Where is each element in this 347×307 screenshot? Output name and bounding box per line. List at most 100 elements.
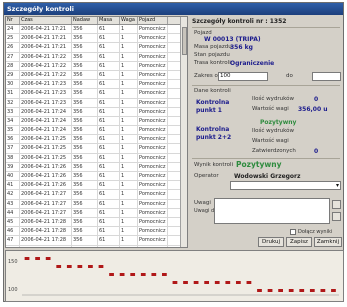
timeline-marker[interactable] (24, 257, 30, 260)
timeline-marker[interactable] (88, 265, 93, 268)
timeline-marker[interactable] (246, 281, 252, 284)
timeline-marker[interactable] (172, 281, 178, 284)
table-row[interactable]: 42 2006-04-21 17:27 356 61 1 Pomocnicz (6, 190, 187, 200)
col-header[interactable]: Nadaw (72, 17, 98, 24)
timeline-marker[interactable] (109, 273, 114, 276)
timeline-marker[interactable] (140, 273, 146, 276)
table-cell: 61 (98, 135, 120, 144)
table-cell: 2006-04-21 17:26 (20, 162, 72, 171)
table-cell: 1 (120, 190, 138, 199)
table-row[interactable]: 25 2006-04-21 17:21 356 61 1 Pomocnicz (6, 34, 187, 44)
table-cell: 2006-04-21 17:27 (20, 208, 72, 217)
timeline-marker[interactable] (130, 273, 136, 276)
timeline-marker[interactable] (66, 265, 72, 268)
table-row[interactable]: 47 2006-04-21 17:28 356 61 1 Pomocnicz (6, 236, 187, 246)
timeline-marker[interactable] (225, 281, 231, 284)
timeline-marker[interactable] (204, 281, 210, 284)
table-cell: Pomocnicz (138, 144, 168, 153)
to-field[interactable] (312, 72, 341, 81)
table-cell: 2006-04-21 17:25 (20, 135, 72, 144)
zero-value: 0 (314, 96, 319, 103)
table-row[interactable]: 30 2006-04-21 17:23 356 61 1 Pomocnicz (6, 80, 187, 90)
scrollbar-thumb[interactable] (182, 27, 187, 55)
timeline-marker[interactable] (35, 257, 40, 260)
col-header[interactable]: Pojazd (138, 17, 168, 24)
timeline-marker[interactable] (331, 289, 336, 292)
timeline-marker[interactable] (235, 281, 241, 284)
table-row[interactable]: 35 2006-04-21 17:24 356 61 1 Pomocnicz (6, 126, 187, 136)
timeline-marker[interactable] (98, 265, 104, 268)
attach-results-checkbox[interactable] (290, 229, 296, 235)
table-cell: Pomocnicz (138, 98, 168, 107)
col-header[interactable]: Masa (98, 17, 120, 24)
table-row[interactable]: 36 2006-04-21 17:25 356 61 1 Pomocnicz (6, 135, 187, 145)
col-header[interactable]: Nr (6, 17, 20, 24)
timeline-marker[interactable] (214, 281, 220, 284)
timeline-marker[interactable] (45, 257, 51, 260)
print-icon[interactable] (332, 200, 341, 209)
col-header[interactable]: Czas (20, 17, 72, 24)
table-row[interactable]: 40 2006-04-21 17:26 356 61 1 Pomocnicz (6, 172, 187, 182)
timeline-marker[interactable] (56, 265, 62, 268)
table-cell: 61 (98, 98, 120, 107)
timeline-marker[interactable] (288, 289, 294, 292)
table-cell: 61 (98, 116, 120, 126)
table-row[interactable]: 45 2006-04-21 17:28 356 61 1 Pomocnicz (6, 217, 187, 228)
table-cell: 61 (98, 245, 120, 247)
notes-field[interactable] (214, 198, 330, 224)
table-cell: 2006-04-21 17:21 (20, 43, 72, 52)
timeline-marker[interactable] (257, 289, 262, 292)
table-cell: 2006-04-21 17:23 (20, 98, 72, 107)
control-group-label: Dane kontroli (194, 88, 231, 94)
table-row[interactable]: 31 2006-04-21 17:23 356 61 1 Pomocnicz (6, 89, 187, 99)
measurement-timeline[interactable]: 150 100 (5, 250, 344, 302)
timeline-marker[interactable] (119, 273, 125, 276)
save-button[interactable]: Zapisz (286, 237, 312, 247)
table-row[interactable]: 46 2006-04-21 17:28 356 61 1 Pomocnicz (6, 227, 187, 237)
table-cell: Pomocnicz (138, 116, 168, 126)
table-cell: 356 (72, 34, 98, 43)
table-row[interactable]: 482006-04-21 17:29356611Pomocnicz (6, 245, 187, 247)
table-cell: 37 (6, 144, 20, 153)
table-row[interactable]: 43 2006-04-21 17:27 356 61 1 Pomocnicz (6, 199, 187, 209)
print-button[interactable]: Drukuj (258, 237, 284, 247)
table-row[interactable]: 41 2006-04-21 17:26 356 61 1 Pomocnicz (6, 181, 187, 191)
table-cell: 2006-04-21 17:26 (20, 172, 72, 181)
timeline-marker[interactable] (309, 289, 315, 292)
timeline-marker[interactable] (193, 281, 199, 284)
close-button[interactable]: Zamknij (314, 237, 342, 247)
table-row[interactable]: 37 2006-04-21 17:25 356 61 1 Pomocnicz (6, 144, 187, 154)
timeline-marker[interactable] (278, 289, 283, 292)
timeline-marker[interactable] (183, 281, 188, 284)
measurements-table[interactable]: Nr Czas Nadaw Masa Waga Pojazd 24 2006-04… (5, 16, 188, 248)
table-row[interactable]: 44 2006-04-21 17:27 356 61 1 Pomocnicz (6, 208, 187, 218)
table-row[interactable]: 34 2006-04-21 17:24 356 61 1 Pomocnicz (6, 116, 187, 127)
table-row[interactable]: 29 2006-04-21 17:22 356 61 1 Pomocnicz (6, 70, 187, 81)
table-cell: Pomocnicz (138, 190, 168, 199)
table-cell: Pomocnicz (138, 80, 168, 89)
table-row[interactable]: 24 2006-04-21 17:21 356 61 1 Pomocnicz (6, 25, 187, 35)
timeline-marker[interactable] (299, 289, 305, 292)
timeline-marker[interactable] (162, 273, 167, 276)
table-cell: 1 (120, 107, 138, 116)
col-header[interactable]: Waga (120, 17, 138, 24)
operator-select[interactable]: ▾ (230, 181, 341, 190)
table-scrollbar[interactable] (180, 17, 187, 247)
from-field[interactable]: 100 (218, 72, 268, 81)
table-row[interactable]: 38 2006-04-21 17:25 356 61 1 Pomocnicz (6, 153, 187, 163)
table-row[interactable]: 28 2006-04-21 17:22 356 61 1 Pomocnicz (6, 61, 187, 71)
timeline-marker[interactable] (151, 273, 157, 276)
table-row[interactable]: 33 2006-04-21 17:24 356 61 1 Pomocnicz (6, 107, 187, 117)
table-cell: 356 (72, 190, 98, 199)
table-cell: 1 (120, 43, 138, 52)
timeline-marker[interactable] (320, 289, 326, 292)
table-row[interactable]: 26 2006-04-21 17:21 356 61 1 Pomocnicz (6, 43, 187, 53)
table-row[interactable]: 39 2006-04-21 17:26 356 61 1 Pomocnicz (6, 162, 187, 172)
timeline-marker[interactable] (77, 265, 83, 268)
table-row[interactable]: 32 2006-04-21 17:23 356 61 1 Pomocnicz (6, 98, 187, 108)
title-bar[interactable]: Szczegóły kontroli (4, 3, 343, 15)
save-icon[interactable] (332, 212, 341, 221)
table-cell: 27 (6, 52, 20, 61)
timeline-marker[interactable] (267, 289, 273, 292)
table-row[interactable]: 27 2006-04-21 17:22 356 61 1 Pomocnicz (6, 52, 187, 62)
